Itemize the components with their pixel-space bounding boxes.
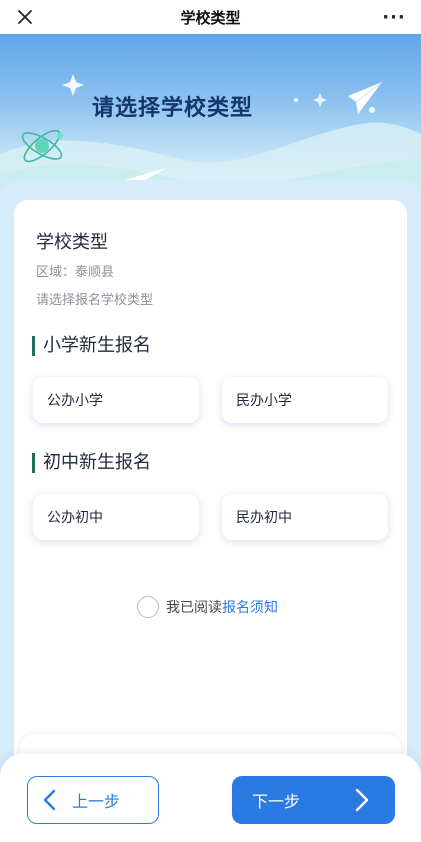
prev-button-label: 上一步 bbox=[72, 792, 121, 811]
prev-button[interactable]: 上一步 bbox=[27, 776, 159, 824]
chevron-right-icon bbox=[355, 788, 369, 816]
more-icon[interactable]: ··· bbox=[381, 4, 407, 30]
agreement-row: 我已阅读 报名须知 bbox=[137, 596, 278, 618]
bottom-action-bar: 上一步 下一步 bbox=[0, 754, 421, 842]
top-navbar: 学校类型 ··· bbox=[0, 0, 421, 34]
option-public-primary[interactable]: 公办小学 bbox=[33, 377, 199, 423]
agreement-radio[interactable] bbox=[137, 596, 159, 618]
agreement-link[interactable]: 报名须知 bbox=[222, 597, 278, 617]
hero-title: 请选择学校类型 bbox=[92, 96, 254, 121]
option-public-junior[interactable]: 公办初中 bbox=[33, 494, 199, 540]
option-private-junior[interactable]: 民办初中 bbox=[222, 494, 388, 540]
close-icon[interactable] bbox=[12, 4, 38, 30]
chevron-left-icon bbox=[42, 789, 72, 811]
select-hint: 请选择报名学校类型 bbox=[36, 293, 154, 308]
next-button-label: 下一步 bbox=[252, 792, 301, 811]
school-type-card: 学校类型 区域：泰顺县 请选择报名学校类型 小学新生报名 公办小学 民办小学 初… bbox=[14, 200, 407, 770]
section-title-junior: 初中新生报名 bbox=[32, 453, 151, 473]
page-title: 学校类型 bbox=[180, 8, 241, 27]
option-private-primary[interactable]: 民办小学 bbox=[222, 377, 388, 423]
agreement-text: 我已阅读 bbox=[166, 600, 222, 616]
region-label: 区域：泰顺县 bbox=[36, 265, 115, 280]
card-title: 学校类型 bbox=[36, 232, 108, 253]
section-title-primary: 小学新生报名 bbox=[32, 336, 151, 356]
next-button[interactable]: 下一步 bbox=[232, 776, 395, 824]
